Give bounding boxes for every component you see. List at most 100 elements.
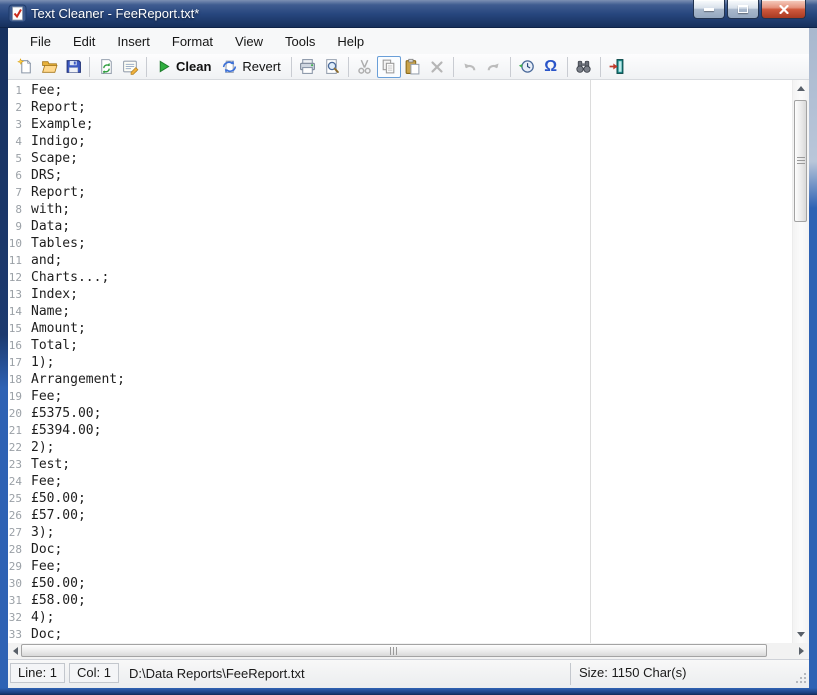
line-number: 1 [15,84,22,97]
properties-button[interactable] [118,56,142,78]
undo-button[interactable] [458,56,482,78]
scroll-left-arrow-icon[interactable] [13,647,18,655]
line-text: Doc; [31,542,63,557]
paste-button[interactable] [401,56,425,78]
copy-button[interactable] [376,55,401,78]
editor-line[interactable]: 21 £5394.00; [8,422,791,439]
cut-button[interactable] [353,56,377,78]
editor-line[interactable]: 31 £58.00; [8,592,791,609]
line-text: £58.00; [31,593,86,608]
editor-line[interactable]: 24 Fee; [8,473,791,490]
menu-item[interactable]: Tools [274,30,326,53]
maximize-button[interactable] [727,0,759,19]
new-document-icon [16,58,31,74]
minimize-button[interactable] [693,0,725,19]
editor-line[interactable]: 19 Fee; [8,388,791,405]
insert-datetime-button[interactable] [515,56,539,78]
editor-line[interactable]: 5 Scape; [8,150,791,167]
editor-line[interactable]: 29 Fee; [8,558,791,575]
delete-button[interactable] [425,56,449,78]
editor-line[interactable]: 22 2); [8,439,791,456]
editor-line[interactable]: 6 DRS; [8,167,791,184]
editor-line[interactable]: 9 Data; [8,218,791,235]
editor-line[interactable]: 32 4); [8,609,791,626]
vertical-scrollbar[interactable] [792,80,809,643]
clock-icon [519,60,535,73]
editor-line[interactable]: 18 Arrangement; [8,371,791,388]
editor-line[interactable]: 16 Total; [8,337,791,354]
line-text: Test; [31,457,71,472]
editor-line[interactable]: 27 3); [8,524,791,541]
editor-line[interactable]: 4 Indigo; [8,133,791,150]
editor-line[interactable]: 12 Charts...; [8,269,791,286]
line-text: Doc; [31,627,63,642]
print-preview-button[interactable] [320,56,344,78]
editor-line[interactable]: 7 Report; [8,184,791,201]
horizontal-scrollbar[interactable] [8,643,809,659]
exit-button[interactable] [605,56,629,78]
window-border-left [0,28,8,695]
editor-line[interactable]: 10 Tables; [8,235,791,252]
line-text: Index; [31,287,78,302]
editor-line[interactable]: 13 Index; [8,286,791,303]
toolbar-separator [452,56,454,77]
menu-item[interactable]: View [224,30,274,53]
insert-symbol-button[interactable]: Ω [539,56,563,78]
clean-button[interactable] [151,56,175,78]
find-button[interactable] [572,56,596,78]
editor-line[interactable]: 15 Amount; [8,320,791,337]
editor-line[interactable]: 11 and; [8,252,791,269]
scroll-up-arrow-icon[interactable] [797,86,805,91]
omega-icon: Ω [544,57,558,75]
resize-grip[interactable] [794,673,806,685]
line-text: Charts...; [31,270,110,285]
editor-line[interactable]: 26 £57.00; [8,507,791,524]
line-text: Example; [31,117,94,132]
menu-item[interactable]: Format [161,30,224,53]
editor-line[interactable]: 28 Doc; [8,541,791,558]
editor-line[interactable]: 20 £5375.00; [8,405,791,422]
reload-page-icon [100,59,112,74]
vertical-scrollbar-thumb[interactable] [794,100,807,222]
save-button[interactable] [61,56,85,78]
close-button[interactable] [761,0,806,19]
menu-item[interactable]: Insert [106,30,161,53]
redo-button[interactable] [482,56,506,78]
editor-line[interactable]: 14 Name; [8,303,791,320]
horizontal-scrollbar-thumb[interactable] [21,644,767,657]
editor-line[interactable]: 3 Example; [8,116,791,133]
menu-item[interactable]: Edit [62,30,106,53]
editor-line[interactable]: 2 Report; [8,99,791,116]
revert-label[interactable]: Revert [242,59,280,74]
editor-line[interactable]: 17 1); [8,354,791,371]
editor-line[interactable]: 8 with; [8,201,791,218]
line-text: Fee; [31,474,63,489]
scroll-down-arrow-icon[interactable] [797,632,805,637]
clean-label[interactable]: Clean [176,59,211,74]
reload-button[interactable] [94,56,118,78]
editor-line[interactable]: 33 Doc; [8,626,791,643]
editor-line[interactable]: 25 £50.00; [8,490,791,507]
line-number: 29 [8,560,22,573]
open-file-button[interactable] [37,56,61,78]
line-number: 25 [8,492,22,505]
menu-item[interactable]: File [19,30,62,53]
exit-door-icon [609,59,624,74]
text-editor[interactable]: 1 Fee; 2 Report; 3 Example; 4 Indigo; 5 … [8,80,809,643]
line-text: Fee; [31,389,63,404]
editor-line[interactable]: 30 £50.00; [8,575,791,592]
toolbar-separator [146,56,147,77]
scroll-right-arrow-icon[interactable] [799,647,804,655]
new-file-button[interactable] [13,56,37,78]
titlebar[interactable]: Text Cleaner - FeeReport.txt* [0,0,817,28]
revert-button[interactable] [217,56,241,78]
print-button[interactable] [296,56,320,78]
line-number: 11 [8,254,22,267]
status-size: Size: 1150 Char(s) [579,665,687,680]
line-text: Arrangement; [31,372,125,387]
editor-line[interactable]: 1 Fee; [8,82,791,99]
caption-buttons [693,0,806,19]
editor-line[interactable]: 23 Test; [8,456,791,473]
menu-item[interactable]: Help [326,30,375,53]
maximize-icon [738,5,748,13]
